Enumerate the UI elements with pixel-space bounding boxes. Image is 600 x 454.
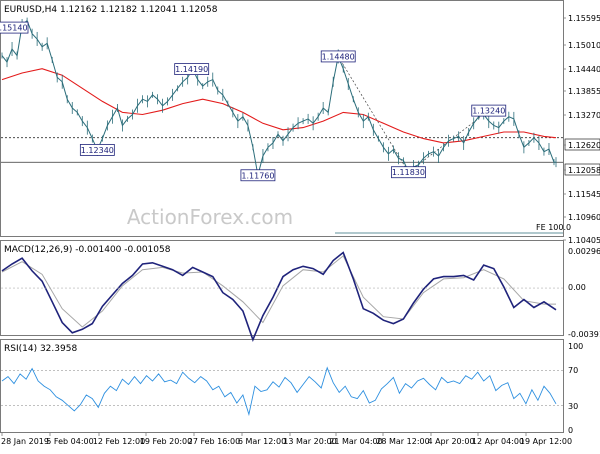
trend-line-0 xyxy=(337,56,409,173)
macd-layer xyxy=(1,251,563,342)
price-tick-label: 1.13270 xyxy=(568,111,600,120)
price-tick-label: 1.13855 xyxy=(568,87,600,96)
price-tick-label: 1.11545 xyxy=(568,190,600,199)
macd-signal-line xyxy=(1,255,556,328)
chart-canvas: EURUSD,H4 1.12162 1.12182 1.12041 1.1205… xyxy=(0,0,600,446)
chart-root: EURUSD,H4 1.12162 1.12182 1.12041 1.1205… xyxy=(0,0,600,450)
annotation-label: 1.15140 xyxy=(0,24,28,33)
rsi-line xyxy=(1,366,557,417)
x-tick-label: 5 Feb 04:00 xyxy=(46,437,93,446)
x-tick-label: 12 Apr 04:00 xyxy=(472,437,524,446)
x-tick-label: 27 Feb 16:00 xyxy=(188,437,240,446)
macd-tick-label: 0.002967 xyxy=(568,247,600,256)
price-tick-label: 1.15010 xyxy=(568,41,600,50)
price-tick-label: 1.14440 xyxy=(568,65,600,74)
price-tick-label: 1.12620 xyxy=(568,141,600,150)
annotation-label: 1.14190 xyxy=(175,65,208,74)
axis-layer: 1.15595 1.15010 1.14440 1.13855 1.13270 1.126… xyxy=(1,14,600,446)
price-tick-label: 1.15595 xyxy=(568,14,600,23)
x-tick-label: 28 Mar 12:00 xyxy=(376,437,429,446)
x-tick-label: 19 Apr 12:00 xyxy=(520,437,572,446)
annotation-label: 1.13240 xyxy=(472,107,505,116)
x-tick-label: 12 Feb 12:00 xyxy=(93,437,145,446)
annotation-label: 1.11830 xyxy=(392,168,425,177)
macd-tick-label: -0.003916 xyxy=(568,330,600,339)
macd-panel-title: MACD(12,26,9) -0.001400 -0.001058 xyxy=(4,245,171,255)
x-tick-label: 28 Jan 2019 xyxy=(1,437,49,446)
price-layer: 1.15140 1.12340 1.14190 1.11760 1.14480 1.118… xyxy=(0,17,563,234)
rsi-panel-title: RSI(14) 32.3958 xyxy=(4,344,77,354)
rsi-tick-label: 30 xyxy=(568,402,578,411)
annotation-label: 1.11760 xyxy=(241,171,274,180)
x-tick-label: 19 Feb 20:00 xyxy=(140,437,192,446)
rsi-panel-border xyxy=(0,339,564,433)
x-tick-label: 6 Mar 12:00 xyxy=(238,437,286,446)
fibonacci-label: FE 100.0 xyxy=(536,223,571,232)
price-tick-label: 1.12058 xyxy=(568,166,600,175)
rsi-tick-label: 70 xyxy=(568,366,578,375)
macd-line xyxy=(1,251,557,342)
annotation-label: 1.12340 xyxy=(81,146,114,155)
x-tick-label: 21 Mar 04:00 xyxy=(329,437,382,446)
price-panel-title: EURUSD,H4 1.12162 1.12182 1.12041 1.1205… xyxy=(4,5,218,15)
rsi-panel-frame xyxy=(0,339,564,433)
rsi-tick-label: 100 xyxy=(568,342,583,351)
rsi-tick-label: 0 xyxy=(568,426,573,435)
watermark: ActionForex.com xyxy=(127,205,293,229)
x-tick-label: 4 Apr 20:00 xyxy=(427,437,474,446)
price-tick-label: 1.10405 xyxy=(568,236,600,245)
rsi-layer xyxy=(1,366,563,417)
annotation-label: 1.14480 xyxy=(322,52,355,61)
macd-tick-label: 0.00 xyxy=(568,283,586,292)
price-tick-label: 1.10960 xyxy=(568,213,600,222)
